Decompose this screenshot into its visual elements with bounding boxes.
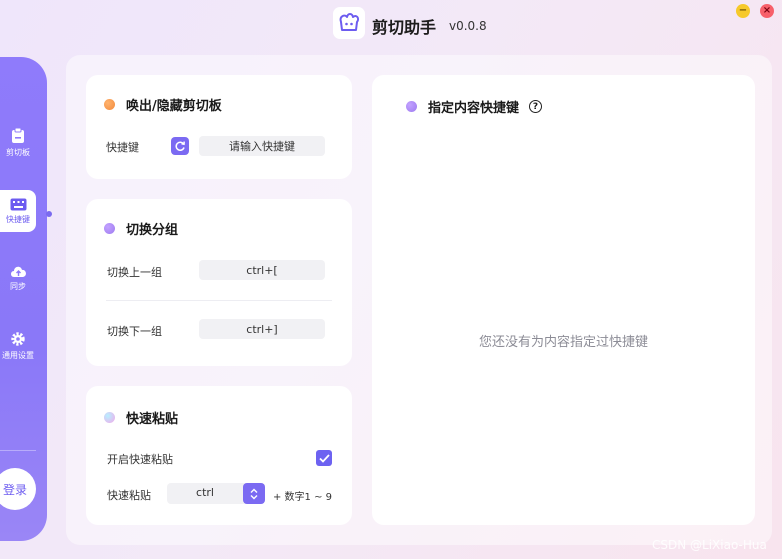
switch-group-title: 切换分组 [126, 223, 179, 238]
minimize-icon[interactable]: − [736, 4, 750, 18]
reset-shortcut-button[interactable] [171, 137, 189, 155]
select-arrows-icon [243, 483, 265, 504]
app-title: 剪切助手 [372, 18, 437, 37]
app-version: v0.0.8 [449, 19, 487, 33]
card-title: 指定内容快捷键 ? [406, 97, 543, 116]
toggle-clipboard-card: 唤出/隐藏剪切板 快捷键 请输入快捷键 [86, 75, 352, 179]
active-indicator-dot [46, 211, 52, 217]
next-group-shortcut-input[interactable]: ctrl+] [199, 319, 325, 339]
app-logo-icon [333, 7, 365, 39]
sidebar: 剪切板 快捷键 同步 通用设置 登录 [0, 57, 47, 541]
toggle-clipboard-title: 唤出/隐藏剪切板 [126, 99, 222, 114]
sidebar-item-clipboard[interactable]: 剪切板 [0, 121, 36, 163]
empty-state-message: 您还没有为内容指定过快捷键 [478, 335, 648, 350]
sidebar-item-label: 快捷键 [6, 214, 30, 224]
switch-group-card: 切换分组 切换上一组 ctrl+[ 切换下一组 ctrl+] [86, 199, 352, 366]
quick-paste-title: 快速粘贴 [126, 412, 179, 427]
purple-dot-icon [104, 223, 115, 234]
card-title: 唤出/隐藏剪切板 [104, 95, 222, 114]
title-bar: 剪切助手 v0.0.8 − × [0, 0, 782, 52]
shortcut-input[interactable]: 请输入快捷键 [199, 136, 325, 156]
check-icon [318, 453, 330, 463]
help-icon[interactable]: ? [529, 100, 543, 113]
sidebar-item-settings[interactable]: 通用设置 [0, 325, 36, 367]
purple-dot-icon [406, 101, 417, 112]
next-group-label: 切换下一组 [107, 325, 162, 338]
enable-quick-paste-checkbox[interactable] [316, 450, 332, 466]
prev-group-shortcut-input[interactable]: ctrl+[ [199, 260, 325, 280]
login-button[interactable]: 登录 [0, 468, 36, 510]
content-shortcuts-card: 指定内容快捷键 ? 您还没有为内容指定过快捷键 [372, 75, 755, 525]
sidebar-item-label: 同步 [10, 282, 26, 291]
sidebar-item-label: 剪切板 [6, 147, 30, 157]
card-title: 切换分组 [104, 219, 178, 238]
sidebar-item-label: 通用设置 [2, 351, 34, 360]
shortcut-label: 快捷键 [106, 141, 139, 154]
watermark: CSDN @LiXiao-Hua [652, 538, 767, 552]
quick-paste-label: 快速粘贴 [107, 489, 151, 502]
sidebar-item-sync[interactable]: 同步 [0, 257, 36, 299]
clipboard-icon [12, 127, 24, 143]
enable-quick-paste-label: 开启快速粘贴 [107, 453, 173, 466]
main-panel: 唤出/隐藏剪切板 快捷键 请输入快捷键 切换分组 切换上一组 ctrl+[ 切换… [66, 55, 772, 545]
card-title: 快速粘贴 [104, 408, 178, 427]
orange-dot-icon [104, 99, 115, 110]
keyboard-icon [10, 198, 26, 210]
select-value: ctrl [196, 486, 214, 499]
gear-icon [11, 332, 25, 346]
close-icon[interactable]: × [760, 4, 774, 18]
sidebar-divider [0, 450, 36, 451]
digit-hint: + 数字1 ~ 9 [273, 492, 333, 503]
quick-paste-card: 快速粘贴 开启快速粘贴 快速粘贴 ctrl + 数字1 ~ 9 [86, 386, 352, 525]
quick-paste-modifier-select[interactable]: ctrl [167, 483, 265, 504]
cloud-sync-icon [10, 266, 26, 277]
prev-group-label: 切换上一组 [107, 266, 162, 279]
gradient-dot-icon [104, 412, 115, 423]
content-shortcuts-title: 指定内容快捷键 [428, 101, 520, 116]
refresh-icon [175, 141, 185, 151]
sidebar-item-shortcuts[interactable]: 快捷键 [0, 190, 36, 232]
divider [106, 300, 332, 301]
